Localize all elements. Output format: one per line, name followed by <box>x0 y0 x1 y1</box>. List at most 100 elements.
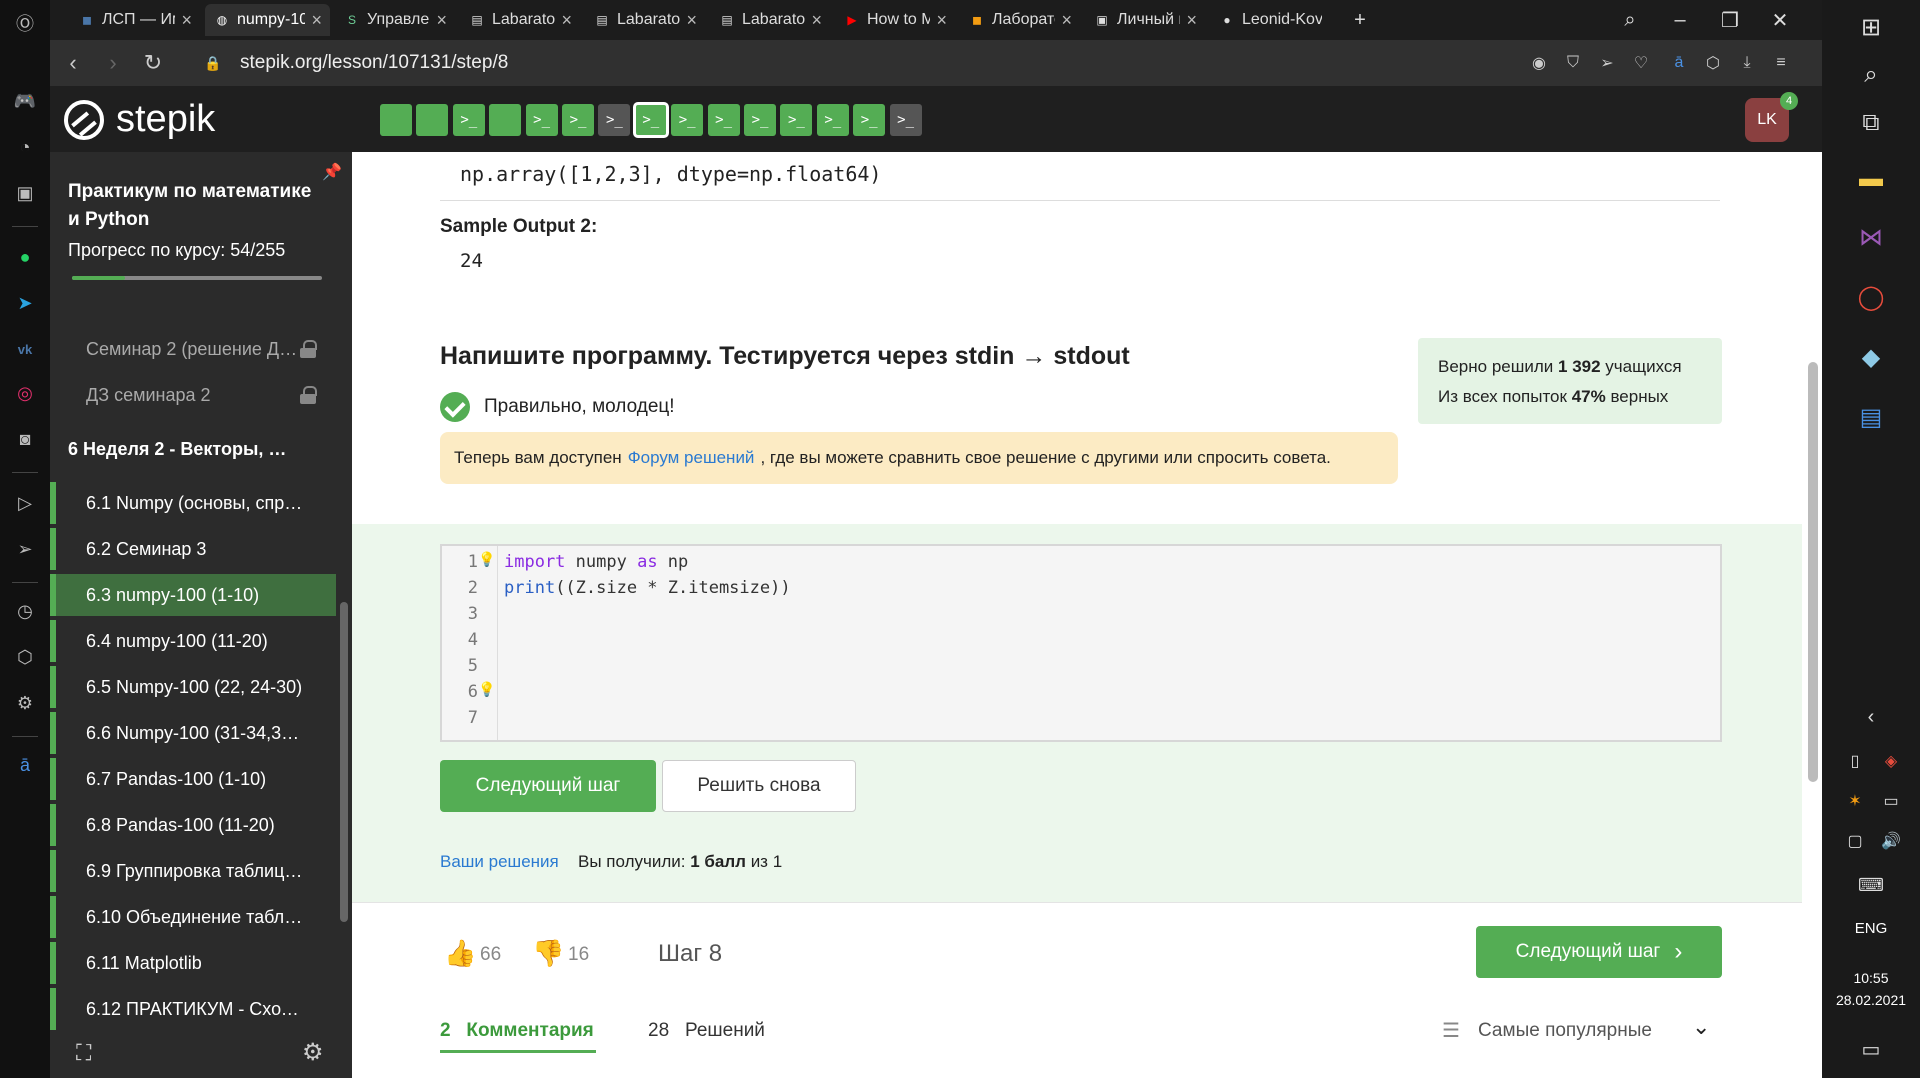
settings-icon[interactable]: ⚙ <box>12 690 38 716</box>
translate-icon[interactable]: ā <box>12 752 38 778</box>
visual-studio-icon[interactable]: ⋈ <box>1852 218 1890 256</box>
browser-tab[interactable]: ◼ ЛСП — Име × <box>70 4 200 36</box>
browser-tab-active[interactable]: ◍ numpy-100 × <box>205 4 330 36</box>
minimize-icon[interactable]: – <box>1660 6 1700 34</box>
step-14[interactable]: >_ <box>853 104 886 136</box>
reload-icon[interactable]: ↻ <box>140 50 166 76</box>
search-icon[interactable]: ⌕ <box>1610 6 1650 34</box>
gamepad-icon[interactable]: 🎮 <box>12 88 38 114</box>
usb-icon[interactable]: ▯ <box>1836 742 1874 780</box>
window-close-icon[interactable]: ✕ <box>1760 6 1800 34</box>
sidebar-lesson-item[interactable]: ДЗ семинара 2 <box>50 374 336 416</box>
tab-comments[interactable]: 2 Комментария <box>440 1020 594 1042</box>
sidebar-lesson-item[interactable]: 6.11 Matplotlib <box>50 942 336 984</box>
sidebar-lesson-item[interactable]: 6.12 ПРАКТИКУМ - Сходст... <box>50 988 336 1030</box>
step-13[interactable]: >_ <box>816 104 849 136</box>
clock-time[interactable]: 10:55 <box>1822 970 1920 986</box>
lightbulb-icon[interactable]: 💡 <box>478 682 495 698</box>
cube-icon[interactable]: ⬡ <box>12 644 38 670</box>
sidebar-lesson-item[interactable]: 6.10 Объединение таблиц ... <box>50 896 336 938</box>
sidebar-lesson-item[interactable]: 6.3 numpy-100 (1-10) <box>50 574 336 616</box>
browser-tab[interactable]: S Управлени × <box>335 4 455 36</box>
fullscreen-icon[interactable]: ⛶ <box>76 1040 91 1066</box>
language-indicator[interactable]: ENG <box>1822 920 1920 937</box>
close-icon[interactable]: × <box>1061 10 1072 31</box>
step-10[interactable]: >_ <box>707 104 740 136</box>
next-step-button-bottom[interactable]: Следующий шаг › <box>1476 926 1722 978</box>
speed-dial-icon[interactable]: ◔ <box>12 134 38 160</box>
sidebar-lesson-item[interactable]: 6.5 Numpy-100 (22, 24-30) <box>50 666 336 708</box>
sidebar-lesson-item[interactable]: 6.4 numpy-100 (11-20) <box>50 620 336 662</box>
chevron-down-icon[interactable]: ⌄ <box>1692 1014 1710 1040</box>
step-5[interactable]: >_ <box>525 104 558 136</box>
step-8[interactable]: >_ <box>632 102 669 138</box>
player-icon[interactable]: ▷ <box>12 490 38 516</box>
close-icon[interactable]: × <box>1186 10 1197 31</box>
python-icon[interactable]: ▤ <box>1852 398 1890 436</box>
back-icon[interactable]: ‹ <box>60 50 86 76</box>
step-11[interactable]: >_ <box>744 104 776 136</box>
lightbulb-icon[interactable]: 💡 <box>478 552 495 568</box>
windows-start-icon[interactable]: ⊞ <box>1852 8 1890 46</box>
thumbs-up-icon[interactable]: 👍 <box>444 938 476 969</box>
notifications-icon[interactable]: ▭ <box>1852 1030 1890 1068</box>
download-icon[interactable]: ⤓ <box>1736 52 1758 74</box>
app-tray-icon[interactable]: ◈ <box>1872 742 1910 780</box>
url-input[interactable]: stepik.org/lesson/107131/step/8 <box>240 52 508 74</box>
search-icon[interactable]: ⌕ <box>1852 56 1890 94</box>
browser-tab[interactable]: ▤ Labaratorna × <box>710 4 830 36</box>
instagram-icon[interactable]: ◎ <box>12 380 38 406</box>
new-tab-icon[interactable]: + <box>1340 6 1380 34</box>
close-icon[interactable]: × <box>811 10 822 31</box>
send-icon[interactable]: ➢ <box>1596 52 1618 74</box>
close-icon[interactable]: × <box>936 10 947 31</box>
sidebar-lesson-item[interactable]: 6.9 Группировка таблиц Pa... <box>50 850 336 892</box>
next-step-button[interactable]: Следующий шаг <box>440 760 656 812</box>
sidebar-section[interactable]: 6 Неделя 2 - Векторы, Ма... <box>50 428 336 470</box>
avast-icon[interactable]: ✶ <box>1836 782 1874 820</box>
stepik-logo[interactable]: stepik <box>64 98 215 141</box>
discord-icon[interactable]: ◙ <box>12 426 38 452</box>
task-view-icon[interactable]: ⧉ <box>1852 104 1890 142</box>
keyboard-icon[interactable]: ⌨ <box>1852 866 1890 904</box>
eraser-app-icon[interactable]: ◆ <box>1852 338 1890 376</box>
browser-tab[interactable]: ◼ Лаборатор × <box>960 4 1080 36</box>
history-icon[interactable]: ◷ <box>12 598 38 624</box>
tab-solutions[interactable]: 28 Решений <box>648 1020 765 1042</box>
step-1[interactable] <box>380 104 412 136</box>
browser-tab[interactable]: ● Leonid-Kovt <box>1210 4 1330 36</box>
course-title[interactable]: Практикум по математике и Python <box>68 178 328 234</box>
browser-tab[interactable]: ▣ Личный ка × <box>1085 4 1205 36</box>
sort-select[interactable]: Самые популярные <box>1478 1020 1652 1042</box>
maximize-icon[interactable]: ❐ <box>1710 6 1750 34</box>
step-9[interactable]: >_ <box>671 104 704 136</box>
sidebar-scrollbar[interactable] <box>340 602 348 922</box>
retry-button[interactable]: Решить снова <box>662 760 856 812</box>
browser-tab[interactable]: ▶ How to Mak × <box>835 4 955 36</box>
bag-icon[interactable]: ▣ <box>12 180 38 206</box>
sidebar-lesson-item[interactable]: 6.8 Pandas-100 (11-20) <box>50 804 336 846</box>
network-icon[interactable]: ▢ <box>1836 822 1874 860</box>
browser-tab[interactable]: ▤ Labaratorna × <box>585 4 705 36</box>
opera-logo-icon[interactable]: Ⓞ <box>12 10 38 36</box>
code-editor[interactable]: 1 💡 2 3 4 5 6 💡 7 import numpy as np print((Z.siz… <box>440 544 1722 742</box>
clock-date[interactable]: 28.02.2021 <box>1822 992 1920 1008</box>
whatsapp-icon[interactable]: ● <box>12 244 38 270</box>
gear-icon[interactable]: ⚙ <box>302 1038 324 1067</box>
forum-link[interactable]: Форум решений <box>628 448 755 468</box>
translate-icon[interactable]: ā <box>1668 52 1690 74</box>
folder-icon[interactable]: ▬ <box>1852 160 1890 198</box>
forward-icon[interactable]: › <box>100 50 126 76</box>
step-7[interactable]: >_ <box>598 104 631 136</box>
your-solutions-link[interactable]: Ваши решения <box>440 852 559 872</box>
sidebar-lesson-item[interactable]: 6.6 Numpy-100 (31-34,37-40) <box>50 712 336 754</box>
opera-icon[interactable]: ◯ <box>1852 278 1890 316</box>
main-scrollbar[interactable] <box>1808 362 1818 782</box>
step-2[interactable] <box>416 104 449 136</box>
camera-icon[interactable]: ◉ <box>1528 52 1550 74</box>
close-icon[interactable]: × <box>181 10 192 31</box>
sidebar-lesson-item[interactable]: Семинар 2 (решение ДЗ с... <box>50 328 336 370</box>
battery-icon[interactable]: ▭ <box>1872 782 1910 820</box>
step-4[interactable] <box>489 104 522 136</box>
menu-icon[interactable]: ≡ <box>1770 52 1792 74</box>
